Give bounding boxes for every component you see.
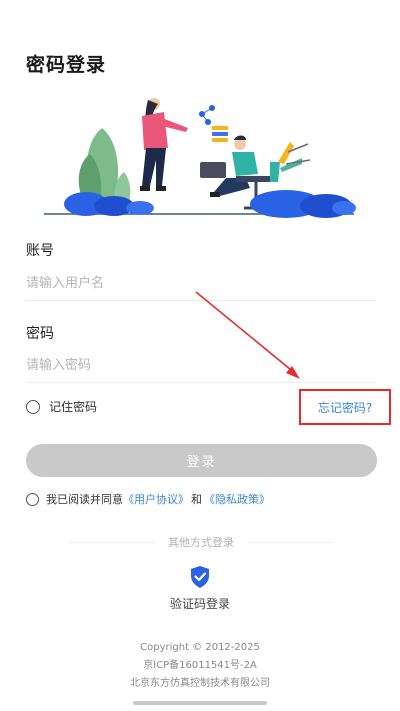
home-indicator[interactable] xyxy=(133,701,267,705)
agreement-radio-icon[interactable] xyxy=(26,492,39,506)
privacy-policy-link[interactable]: 《隐私政策》 xyxy=(204,491,270,507)
remember-label: 记住密码 xyxy=(49,400,98,414)
password-input[interactable] xyxy=(26,349,376,383)
shield-check-icon xyxy=(191,566,209,588)
other-methods-divider: 其他方式登录 xyxy=(70,534,332,550)
agreement-row: 我已阅读并同意 《用户协议》 和 《隐私政策》 xyxy=(26,491,270,507)
copyright-text: Copyright © 2012-2025 xyxy=(140,642,260,653)
page-title: 密码登录 xyxy=(26,54,107,76)
sms-login-label: 验证码登录 xyxy=(169,597,230,611)
login-illustration xyxy=(44,98,356,218)
account-input[interactable] xyxy=(26,267,376,301)
agreement-and: 和 xyxy=(191,493,202,506)
divider-line-left xyxy=(70,541,154,543)
divider-line-right xyxy=(248,541,332,543)
icp-text: 京ICP备16011541号-2A xyxy=(143,660,257,671)
remember-radio-icon[interactable] xyxy=(26,399,40,414)
forgot-password-link[interactable]: 忘记密码? xyxy=(318,399,372,416)
user-agreement-link[interactable]: 《用户协议》 xyxy=(123,491,189,507)
sms-login-button[interactable]: 验证码登录 xyxy=(150,565,250,612)
agreement-prefix: 我已阅读并同意 xyxy=(46,493,123,506)
footer: Copyright © 2012-2025 京ICP备16011541号-2A … xyxy=(0,639,400,693)
company-text: 北京东方仿真控制技术有限公司 xyxy=(130,678,270,689)
password-label: 密码 xyxy=(26,326,54,342)
remember-password-toggle[interactable]: 记住密码 xyxy=(26,398,97,415)
forgot-password-highlight: 忘记密码? xyxy=(299,389,391,425)
account-label: 账号 xyxy=(26,243,54,259)
login-button[interactable]: 登录 xyxy=(26,444,377,477)
other-methods-label: 其他方式登录 xyxy=(168,536,234,549)
